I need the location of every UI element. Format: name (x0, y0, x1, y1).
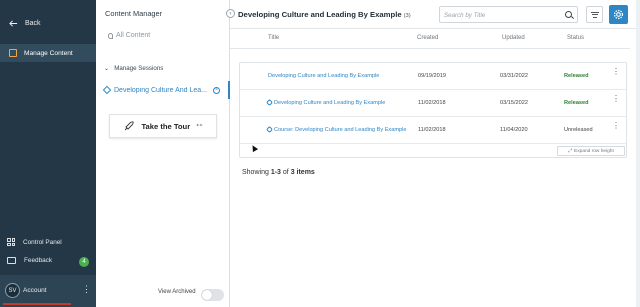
back-label: Back (25, 20, 41, 27)
take-the-tour-button[interactable]: Take the Tour ⁺⁺ (109, 114, 217, 138)
collapse-panel-button[interactable]: ‹ (226, 9, 235, 18)
column-created[interactable]: Created (417, 35, 438, 41)
row-more-icon[interactable]: ⋮ (612, 122, 620, 130)
active-underline (3, 303, 71, 305)
table-row[interactable]: Course: Developing Culture and Leading B… (240, 117, 626, 144)
filter-icon-line (591, 14, 598, 15)
chevron-down-icon: ⌄ (104, 65, 110, 72)
all-content-label: All Content (116, 32, 151, 39)
table-header: Title Created Updated Status (230, 35, 630, 47)
session-item-selected[interactable]: Developing Culture And Lea... × (102, 81, 230, 99)
search-icon[interactable] (565, 11, 572, 18)
search-placeholder: Search by Title (444, 12, 486, 19)
more-vertical-icon[interactable]: ⋮ (82, 285, 91, 294)
avatar: SV (5, 283, 20, 298)
row-status: Released (564, 100, 589, 106)
row-updated: 11/04/2020 (500, 127, 528, 133)
manage-sessions-section[interactable]: ⌄ Manage Sessions (104, 65, 163, 72)
sidebar-item-label: Manage Content (24, 49, 73, 57)
showing-total: 3 items (290, 169, 315, 176)
chevron-left-icon: ‹ (229, 10, 232, 17)
back-button[interactable]: Back (9, 19, 41, 28)
section-label: Manage Sessions (114, 65, 164, 72)
row-more-icon[interactable]: ⋮ (612, 68, 620, 76)
column-title[interactable]: Title (268, 35, 279, 41)
column-status[interactable]: Status (567, 35, 584, 41)
sidebar-item-label: Control Panel (23, 238, 62, 246)
divider (230, 48, 630, 49)
all-content-link[interactable]: All Content (108, 32, 150, 39)
showing-range: 1-3 (270, 169, 281, 176)
link-icon (265, 125, 274, 134)
filter-icon-line (592, 16, 597, 18)
sidebar-item-manage-content[interactable]: Manage Content (0, 44, 96, 62)
rocket-icon (125, 121, 135, 131)
session-label: Developing Culture And Lea... (114, 86, 208, 94)
row-updated: 03/31/2022 (500, 73, 528, 79)
feedback-badge: 4 (79, 257, 89, 267)
row-updated: 03/15/2022 (500, 100, 528, 106)
settings-button[interactable] (609, 5, 628, 24)
content-table: Developing Culture and Leading By Exampl… (239, 62, 627, 158)
content-manager-panel: Content Manager All Content ⌄ Manage Ses… (96, 0, 230, 307)
page-title: Developing Culture and Leading By Exampl… (238, 10, 411, 19)
item-count: (3) (403, 13, 411, 19)
row-title[interactable]: Developing Culture and Leading By Exampl… (274, 100, 385, 106)
row-status: Unreleased (564, 127, 593, 133)
expand-icon: ⤢ (568, 149, 573, 154)
toggle-knob (202, 290, 212, 300)
chat-icon (7, 257, 16, 264)
tour-label: Take the Tour (141, 121, 191, 131)
gear-icon (613, 9, 624, 20)
row-created: 09/19/2019 (418, 73, 446, 79)
table-row[interactable]: Developing Culture and Leading By Exampl… (240, 63, 626, 90)
scrollbar[interactable] (636, 0, 640, 307)
column-updated[interactable]: Updated (502, 35, 525, 41)
filter-button[interactable] (586, 6, 603, 23)
filter-icon (590, 11, 599, 13)
divider (230, 28, 640, 29)
view-archived-toggle[interactable] (201, 289, 224, 301)
search-input[interactable]: Search by Title (439, 6, 578, 23)
location-pin-icon (108, 32, 113, 39)
expand-label: Expand row height (574, 148, 614, 154)
close-icon[interactable]: × (213, 86, 220, 94)
showing-prefix: Showing (242, 169, 269, 176)
sidebar-item-feedback[interactable]: Feedback (7, 257, 52, 264)
link-icon (265, 98, 274, 107)
row-status: Released (564, 73, 589, 79)
app-sidebar: Back Manage Content Control Panel Feedba… (0, 0, 96, 307)
expand-row-height-button[interactable]: ⤢ Expand row height (557, 146, 625, 156)
pagination-summary: Showing 1-3 of 3 items (242, 169, 315, 176)
sidebar-item-control-panel[interactable]: Control Panel (7, 238, 62, 246)
session-icon (102, 85, 112, 95)
page-title-text: Developing Culture and Leading By Exampl… (238, 10, 402, 19)
grid-icon (7, 238, 15, 246)
row-title[interactable]: Course: Developing Culture and Leading B… (274, 127, 406, 133)
row-title[interactable]: Developing Culture and Leading By Exampl… (268, 73, 379, 79)
row-more-icon[interactable]: ⋮ (612, 95, 620, 103)
arrow-left-icon (9, 20, 18, 27)
sparkle-icon: ⁺⁺ (196, 123, 203, 130)
row-created: 11/02/2018 (418, 100, 446, 106)
account-label: Account (23, 287, 47, 294)
main-content: ‹ Developing Culture and Leading By Exam… (226, 0, 640, 307)
row-created: 11/02/2018 (418, 127, 446, 133)
showing-of: of (282, 169, 289, 176)
document-icon (9, 49, 17, 57)
panel-title: Content Manager (105, 9, 163, 18)
sidebar-item-label: Feedback (24, 257, 53, 264)
view-archived-label: View Archived (158, 289, 196, 295)
table-row[interactable]: Developing Culture and Leading By Exampl… (240, 90, 626, 117)
